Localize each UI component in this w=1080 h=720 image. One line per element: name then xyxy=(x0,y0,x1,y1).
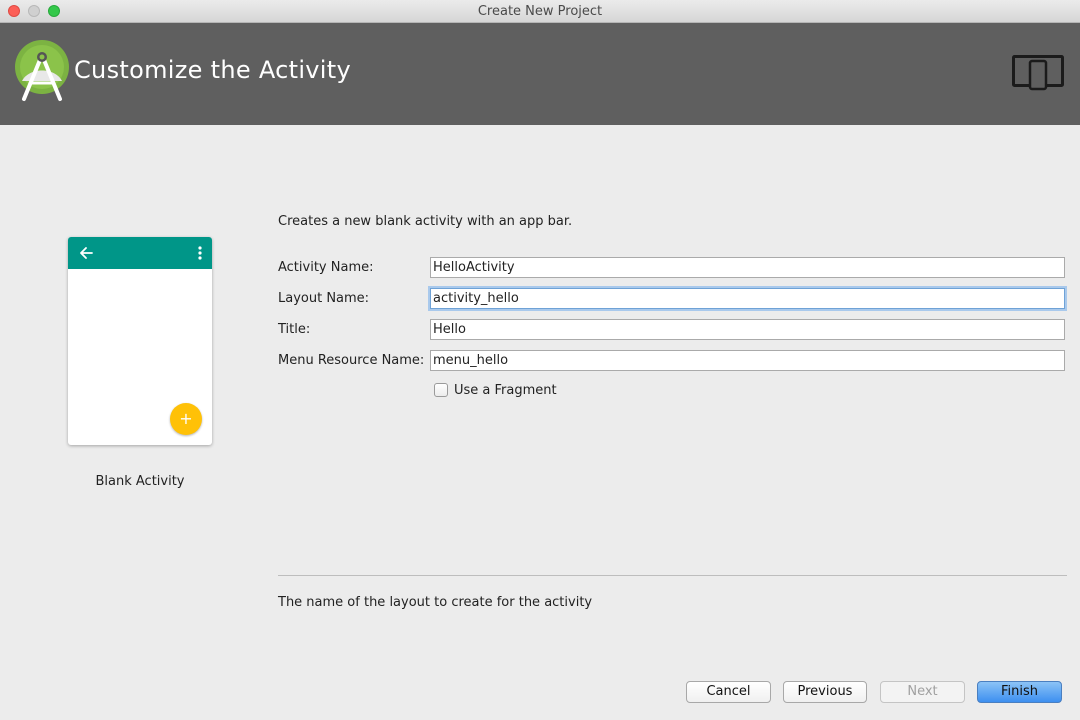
layout-name-label: Layout Name: xyxy=(278,291,370,306)
previous-button[interactable]: Previous xyxy=(783,681,867,703)
title-label: Title: xyxy=(278,322,311,337)
overflow-menu-icon xyxy=(198,246,202,260)
title-input[interactable] xyxy=(430,319,1065,340)
cancel-button[interactable]: Cancel xyxy=(686,681,771,703)
template-description: Creates a new blank activity with an app… xyxy=(278,214,573,229)
page-title: Customize the Activity xyxy=(74,56,351,84)
window-titlebar: Create New Project xyxy=(0,0,1080,23)
layout-name-input[interactable] xyxy=(430,288,1065,309)
floating-action-button-preview: + xyxy=(170,403,202,435)
activity-name-label: Activity Name: xyxy=(278,260,374,275)
window-title: Create New Project xyxy=(477,4,603,19)
preview-app-bar xyxy=(68,237,212,269)
use-fragment-checkbox[interactable] xyxy=(434,383,448,397)
finish-button[interactable]: Finish xyxy=(977,681,1062,703)
header-banner: Customize the Activity xyxy=(0,23,1080,125)
field-help-text: The name of the layout to create for the… xyxy=(278,595,593,610)
activity-name-input[interactable] xyxy=(430,257,1065,278)
menu-resource-name-input[interactable] xyxy=(430,350,1065,371)
back-arrow-icon xyxy=(80,247,93,259)
template-name: Blank Activity xyxy=(95,474,185,489)
android-studio-logo-icon xyxy=(15,40,69,101)
use-fragment-label[interactable]: Use a Fragment xyxy=(454,383,557,398)
menu-resource-name-label: Menu Resource Name: xyxy=(278,353,425,368)
device-form-factor-icon xyxy=(1012,55,1064,91)
divider xyxy=(278,575,1067,576)
activity-template-preview: + xyxy=(68,237,212,445)
next-button[interactable]: Next xyxy=(880,681,965,703)
